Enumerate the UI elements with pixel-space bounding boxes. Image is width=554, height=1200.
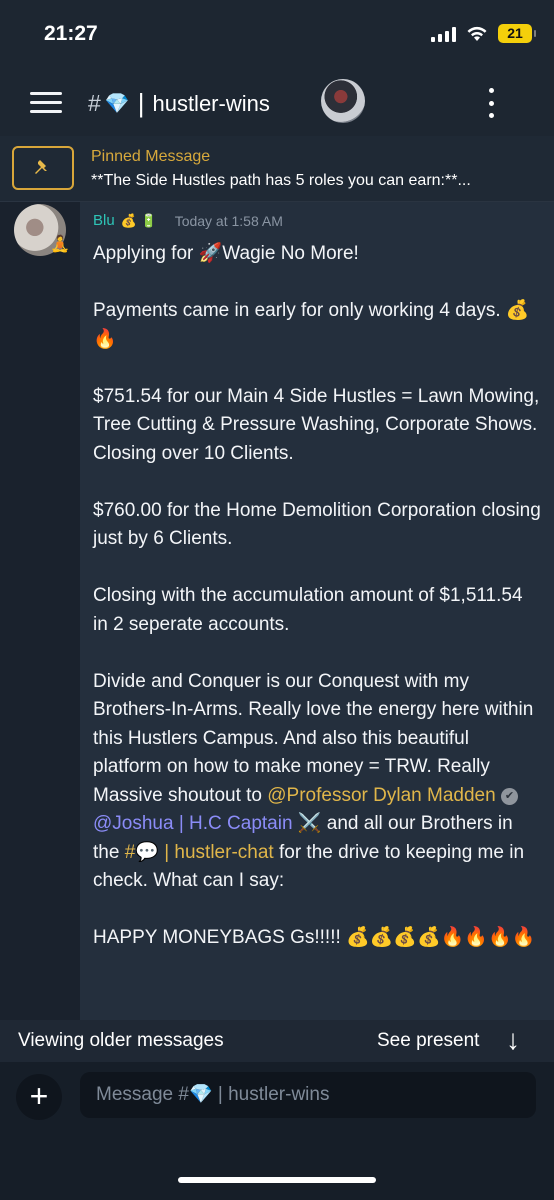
plus-icon[interactable]: +	[16, 1074, 62, 1120]
pinned-preview: **The Side Hustles path has 5 roles you …	[91, 172, 471, 189]
channel-link-hustler-chat[interactable]: #💬 | hustler-chat	[125, 842, 274, 863]
message-header: Blu 💰 🔋 Today at 1:58 AM	[93, 212, 283, 229]
message-paragraph: Divide and Conquer is our Conquest with …	[93, 668, 541, 896]
message-composer: + Message #💎 | hustler-wins	[0, 1062, 554, 1200]
verified-icon: ✔	[500, 787, 518, 805]
clock: 21:27	[44, 22, 98, 45]
older-messages-bar: Viewing older messages See present ↓	[0, 1020, 554, 1062]
home-indicator	[178, 1177, 376, 1183]
username[interactable]: Blu	[93, 212, 115, 229]
title-separator: |	[137, 88, 145, 118]
see-present-button[interactable]: See present	[377, 1030, 479, 1052]
viewing-older-label: Viewing older messages	[18, 1030, 224, 1051]
message-body: Applying for 🚀Wagie No More! Payments ca…	[93, 240, 541, 981]
status-bar: 21:27 21	[0, 0, 554, 70]
message-paragraph: HAPPY MONEYBAGS Gs!!!!! 💰💰💰💰🔥🔥🔥🔥	[93, 927, 536, 948]
message-input[interactable]: Message #💎 | hustler-wins	[80, 1072, 536, 1118]
kebab-icon[interactable]	[486, 88, 496, 118]
battery-icon: 21	[498, 24, 536, 43]
message-paragraph: Applying for 🚀Wagie No More!	[93, 243, 359, 264]
message-bubble[interactable]: Blu 💰 🔋 Today at 1:58 AM Applying for 🚀W…	[80, 202, 554, 1020]
pinned-title: Pinned Message	[91, 148, 211, 165]
avatar-column: 🧘	[0, 202, 80, 1020]
channel-header: # 💎 | hustler-wins	[0, 70, 554, 136]
signal-icon	[431, 26, 456, 42]
mention-joshua[interactable]: @Joshua | H.C Captain	[93, 813, 293, 834]
hamburger-icon[interactable]	[30, 92, 62, 114]
name-emojis: 💰 🔋	[120, 212, 157, 228]
channel-name: hustler-wins	[152, 90, 270, 116]
channel-avatar[interactable]	[321, 79, 365, 123]
message-paragraph: $760.00 for the Home Demolition Corporat…	[93, 499, 541, 550]
chat-area[interactable]: 🧘 Blu 💰 🔋 Today at 1:58 AM Applying for …	[0, 202, 554, 1020]
message-paragraph: Payments came in early for only working …	[93, 300, 530, 350]
status-icons: 21	[431, 24, 536, 43]
swords-icon: ⚔️	[297, 813, 322, 834]
gem-icon: 💎	[104, 93, 130, 115]
timestamp: Today at 1:58 AM	[174, 212, 283, 229]
hash-symbol: #	[88, 90, 101, 116]
channel-title: # 💎 | hustler-wins	[88, 88, 270, 119]
arrow-down-icon[interactable]: ↓	[506, 1024, 520, 1056]
wifi-icon	[467, 26, 487, 41]
role-badge-icon: 🧘	[50, 236, 70, 253]
message-paragraph: Closing with the accumulation amount of …	[93, 585, 523, 635]
pin-icon[interactable]	[12, 146, 74, 190]
mention-professor[interactable]: @Professor Dylan Madden	[267, 785, 495, 806]
pinned-message-bar[interactable]: Pinned Message **The Side Hustles path h…	[0, 136, 554, 202]
message-paragraph: $751.54 for our Main 4 Side Hustles = La…	[93, 385, 540, 464]
